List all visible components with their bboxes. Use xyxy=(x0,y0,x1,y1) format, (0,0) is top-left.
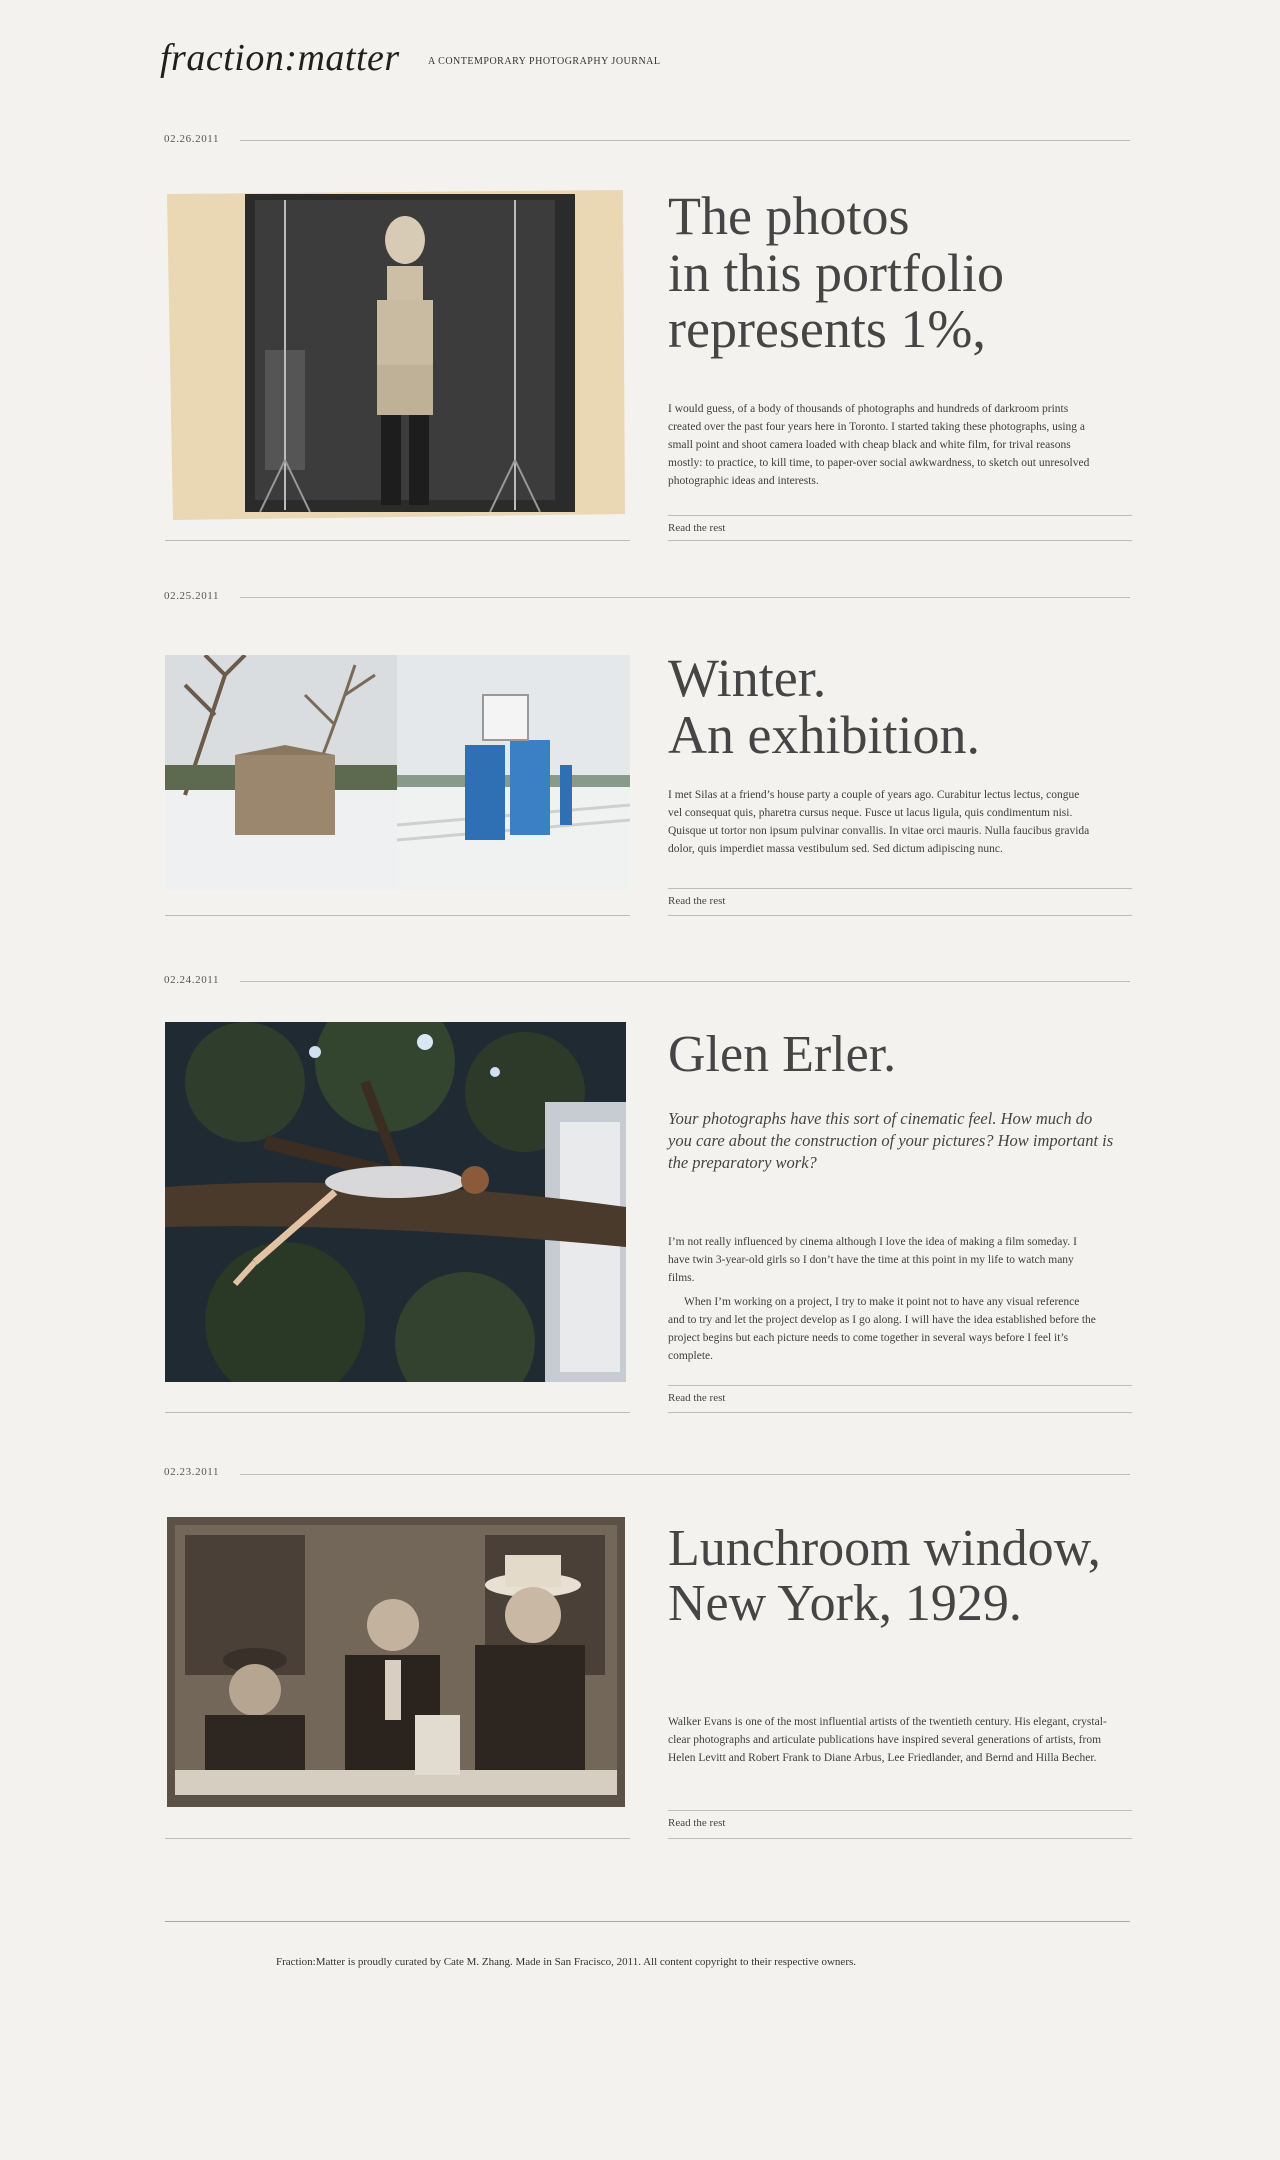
post-excerpt: I would guess, of a body of thousands of… xyxy=(668,403,1090,487)
post-title[interactable]: The photos in this portfolio represents … xyxy=(668,188,1004,358)
lunchroom-photo-image xyxy=(165,1515,627,1810)
post-divider xyxy=(240,1474,1130,1475)
post-photo-lunchroom[interactable] xyxy=(165,1515,627,1810)
photo-divider xyxy=(165,915,630,916)
post-divider xyxy=(240,597,1130,598)
post-excerpt: Walker Evans is one of the most influent… xyxy=(668,1716,1107,1764)
footer-credit: Fraction:Matter is proudly curated by Ca… xyxy=(276,1956,857,1968)
excerpt-divider xyxy=(668,1385,1132,1386)
read-the-rest-link[interactable]: Read the rest xyxy=(668,1817,725,1829)
post-title[interactable]: Glen Erler. xyxy=(668,1026,897,1083)
footer-divider xyxy=(165,1921,1130,1922)
excerpt-divider xyxy=(668,888,1132,889)
post-date: 02.26.2011 xyxy=(164,133,220,145)
post-title-line: Lunchroom window, xyxy=(668,1520,1101,1577)
post-divider xyxy=(240,140,1130,141)
post-excerpt: I’m not really influenced by cinema alth… xyxy=(668,1236,1077,1284)
read-the-rest-link[interactable]: Read the rest xyxy=(668,895,725,907)
winter-photo-image xyxy=(165,655,630,890)
post-title-line: An exhibition. xyxy=(668,704,980,765)
post-title-line: represents 1%, xyxy=(668,299,986,360)
post-divider xyxy=(240,981,1130,982)
post-date: 02.25.2011 xyxy=(164,590,220,602)
interview-question: Your photographs have this sort of cinem… xyxy=(668,1109,1114,1172)
post-title-line: in this portfolio xyxy=(668,242,1004,303)
read-the-rest-divider xyxy=(668,540,1132,541)
post-title-line: Winter. xyxy=(668,648,827,708)
tree-photo-image xyxy=(165,1022,626,1382)
post-photo-winter[interactable] xyxy=(165,655,630,890)
post-photo-portrait[interactable] xyxy=(165,190,625,520)
site-logo[interactable]: fraction:matter xyxy=(160,36,400,80)
post-title-line: Glen Erler. xyxy=(668,1026,897,1083)
post-photo-tree[interactable] xyxy=(165,1022,626,1382)
read-the-rest-link[interactable]: Read the rest xyxy=(668,1392,725,1404)
read-the-rest-divider xyxy=(668,1838,1132,1839)
photo-divider xyxy=(165,1838,630,1839)
read-the-rest-divider xyxy=(668,915,1132,916)
read-the-rest-link[interactable]: Read the rest xyxy=(668,522,725,534)
site-tagline: A CONTEMPORARY PHOTOGRAPHY JOURNAL xyxy=(428,56,661,67)
read-the-rest-divider xyxy=(668,1412,1132,1413)
photo-divider xyxy=(165,540,630,541)
post-title[interactable]: Winter. An exhibition. xyxy=(668,650,980,763)
portrait-photo-image xyxy=(165,190,625,520)
post-date: 02.23.2011 xyxy=(164,1466,220,1478)
excerpt-divider xyxy=(668,1810,1132,1811)
post-title-line: The photos xyxy=(668,186,910,246)
photo-divider xyxy=(165,1412,630,1413)
post-excerpt-paragraph: When I’m working on a project, I try to … xyxy=(668,1296,1096,1362)
post-title-line: New York, 1929. xyxy=(668,1574,1022,1632)
excerpt-divider xyxy=(668,515,1132,516)
post-title[interactable]: Lunchroom window, New York, 1929. xyxy=(668,1520,1101,1632)
post-excerpt: I met Silas at a friend’s house party a … xyxy=(668,789,1090,855)
post-date: 02.24.2011 xyxy=(164,974,220,986)
